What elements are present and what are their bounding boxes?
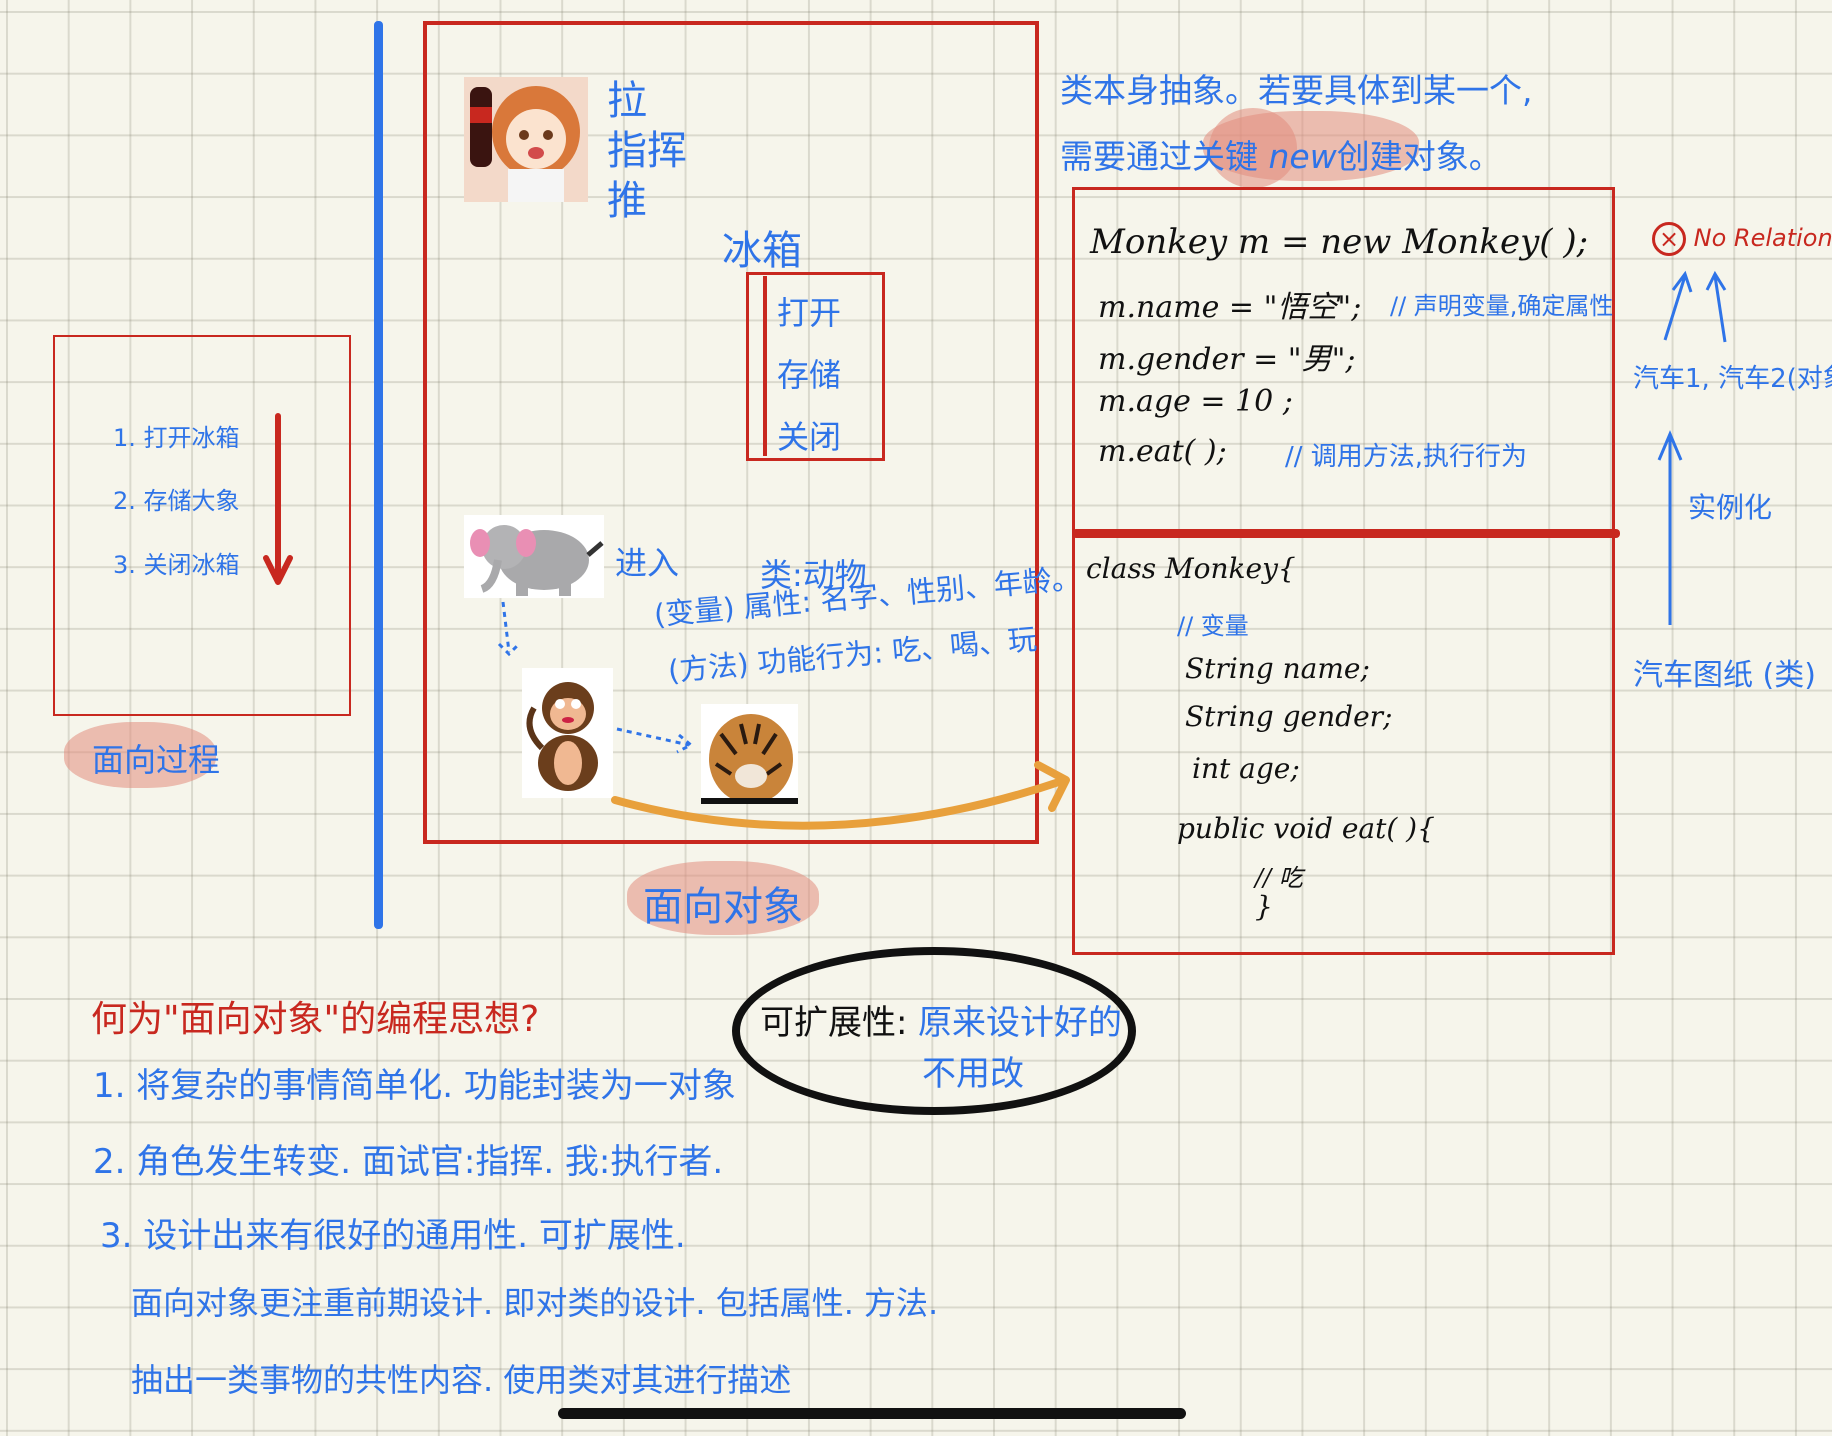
orange-curved-arrow-icon [611, 761, 1070, 830]
girl-with-cola-image [464, 77, 588, 202]
method-eat: public void eat( ){ [1177, 812, 1435, 845]
dotted-arrow-right-icon [616, 727, 694, 754]
fridge-label: 冰箱 [722, 228, 802, 274]
method-close: } [1255, 890, 1273, 923]
comment-call: // 调用方法,执行行为 [1285, 442, 1528, 472]
instantiate-label: 实例化 [1688, 491, 1773, 524]
procedural-step-3: 3. 关闭冰箱 [113, 551, 240, 579]
method-comment: // 吃 [1255, 864, 1303, 892]
top-note-line2-suffix: 创建对象。 [1336, 137, 1502, 176]
comment-vars: // 变量 [1177, 612, 1249, 640]
fridge-door-line [763, 276, 767, 456]
no-relationship-icon: × [1652, 222, 1686, 256]
code-divider [1072, 529, 1620, 538]
bottom-point-2: 2. 角色发生转变. 面试官:指挥. 我:执行者. [93, 1142, 724, 1182]
field-age: int age; [1192, 752, 1300, 785]
bottom-point-3: 3. 设计出来有很好的通用性. 可扩展性. [100, 1216, 686, 1256]
procedural-step-1: 1. 打开冰箱 [113, 424, 240, 452]
bottom-point-5: 抽出一类事物的共性内容. 使用类对其进行描述 [131, 1361, 792, 1399]
top-note-line2: 需要通过关键 new创建对象。 [1060, 130, 1502, 178]
class-header: class Monkey{ [1086, 552, 1296, 585]
fridge-action-open: 打开 [777, 294, 842, 332]
no-relationship: × No Relationship [1652, 222, 1832, 256]
code-line-gender: m.gender = "男"; [1098, 342, 1356, 377]
home-indicator[interactable] [558, 1408, 1186, 1419]
bottom-point-1: 1. 将复杂的事情简单化. 功能封装为一对象 [93, 1066, 736, 1106]
command-push: 推 [607, 178, 647, 224]
oop-label: 面向对象 [643, 884, 803, 930]
vertical-divider [374, 21, 383, 929]
instantiate-arrow-icon [1657, 430, 1683, 625]
code-line-new: Monkey m = new Monkey( ); [1090, 222, 1589, 262]
code-line-eat: m.eat( ); [1098, 434, 1227, 469]
blueprint-label: 汽车图纸 (类) [1633, 658, 1816, 693]
procedural-box [53, 335, 351, 716]
code-line-age: m.age = 10 ; [1098, 384, 1293, 419]
bottom-point-4: 面向对象更注重前期设计. 即对类的设计. 包括属性. 方法. [131, 1284, 939, 1322]
code-line-name: m.name = "悟空"; [1098, 290, 1362, 325]
elephant-image [464, 515, 604, 598]
fridge-action-store: 存储 [777, 356, 842, 394]
field-name: String name; [1185, 652, 1370, 685]
no-relationship-text: No Relationship [1693, 224, 1832, 252]
up-arrows-icon [1663, 270, 1727, 343]
objects-label: 汽车1, 汽车2(对象) [1633, 364, 1832, 394]
callout-term: 可扩展性: [760, 1003, 908, 1043]
field-gender: String gender; [1185, 700, 1393, 733]
enter-label: 进入 [615, 544, 680, 582]
procedural-step-2: 2. 存储大象 [113, 487, 240, 515]
down-arrow-icon [263, 413, 293, 585]
top-note-line2-prefix: 需要通过关键 [1060, 137, 1269, 176]
dotted-arrow-down-icon [497, 601, 521, 657]
callout-desc1: 原来设计好的 [918, 1003, 1122, 1043]
top-note-line1: 类本身抽象。若要具体到某一个, [1060, 71, 1533, 110]
top-note-keyword-new: new [1268, 137, 1337, 176]
fridge-action-close: 关闭 [777, 418, 842, 456]
comment-declare: // 声明变量,确定属性 [1390, 292, 1614, 320]
callout-desc2: 不用改 [922, 1054, 1024, 1094]
bottom-title: 何为"面向对象"的编程思想? [91, 999, 540, 1040]
procedural-label: 面向过程 [92, 741, 221, 779]
